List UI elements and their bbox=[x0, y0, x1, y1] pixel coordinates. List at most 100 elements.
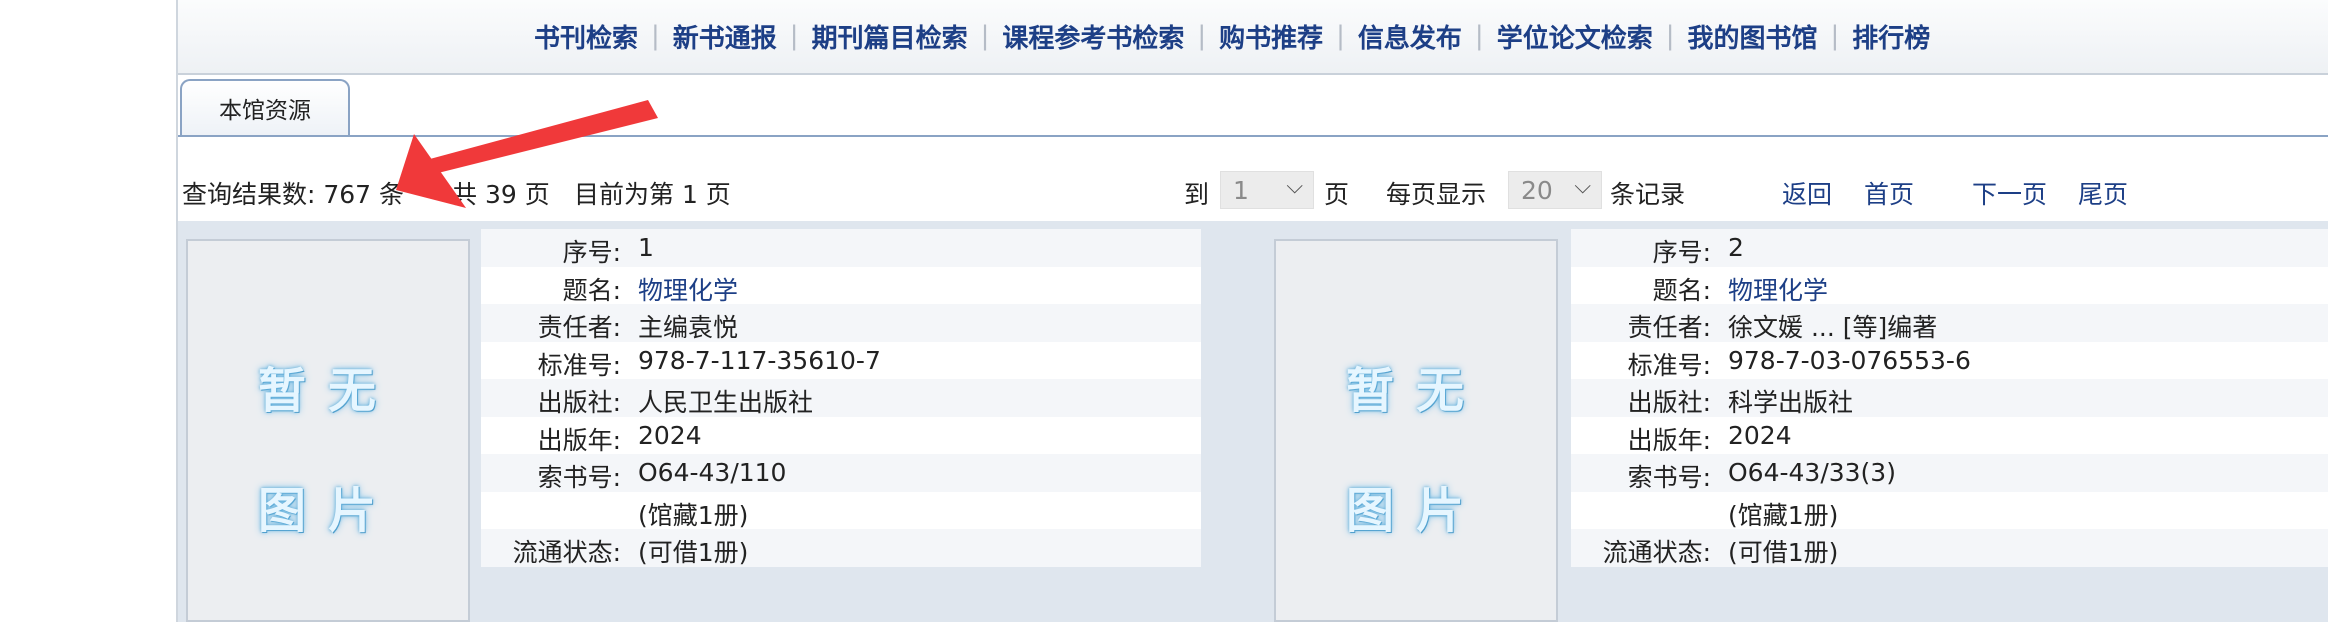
nav-item-rankings[interactable]: 排行榜 bbox=[1852, 18, 1930, 55]
holdings-value: (馆藏1册) bbox=[638, 500, 749, 530]
cover-text-line1: 暂无 bbox=[1345, 363, 1486, 419]
field-value: 2 bbox=[1728, 233, 1744, 262]
per-page-select[interactable]: 20 ⌵ bbox=[1508, 171, 1602, 209]
field-value: 2024 bbox=[1728, 420, 1792, 450]
field-value: 人民卫生出版社 bbox=[638, 388, 814, 417]
record-title-link[interactable]: 物理化学 bbox=[1728, 271, 1828, 307]
chevron-down-icon: ⌵ bbox=[1574, 174, 1591, 199]
nav-separator: | bbox=[1474, 21, 1484, 51]
field-label: 索书号: bbox=[1627, 463, 1711, 492]
field-label: 出版社: bbox=[537, 388, 621, 417]
tab-bar: 本馆资源 bbox=[178, 79, 2328, 137]
goto-page-select[interactable]: 1 ⌵ bbox=[1220, 171, 1314, 209]
field-value: 1 bbox=[638, 233, 654, 262]
record-title-link[interactable]: 物理化学 bbox=[638, 271, 738, 307]
status-value: (可借1册) bbox=[1728, 538, 1839, 567]
field-row-callno: 索书号: O64-43/110 bbox=[481, 454, 1201, 492]
first-page-link[interactable]: 首页 bbox=[1864, 175, 1914, 211]
field-value: 主编袁悦 bbox=[638, 313, 739, 342]
nav-links: 书刊检索 | 新书通报 | 期刊篇目检索 | 课程参考书检索 | 购书推荐 | … bbox=[534, 16, 1930, 56]
nav-item-purchase-recommend[interactable]: 购书推荐 bbox=[1219, 18, 1323, 55]
chevron-down-icon: ⌵ bbox=[1286, 174, 1303, 199]
field-label: 序号: bbox=[562, 238, 621, 267]
field-label: 出版年: bbox=[537, 425, 621, 455]
result-count: 查询结果数: 767 条 bbox=[182, 180, 405, 209]
nav-item-thesis-search[interactable]: 学位论文检索 bbox=[1497, 18, 1653, 55]
field-row-status: 流通状态: (可借1册) bbox=[481, 529, 1201, 567]
field-label: 序号: bbox=[1652, 238, 1711, 267]
field-label: 出版年: bbox=[1627, 425, 1711, 455]
last-page-link[interactable]: 尾页 bbox=[2078, 175, 2128, 211]
record-fields: 序号: 2 题名: 物理化学 责任者: 徐文媛 ... [等]编著 标准号: 978-7… bbox=[1571, 229, 2328, 567]
field-label: 责任者: bbox=[1627, 313, 1711, 342]
nav-separator: | bbox=[1665, 21, 1675, 51]
field-row-holdings: (馆藏1册) bbox=[481, 491, 1201, 530]
field-row-author: 责任者: 徐文媛 ... [等]编著 bbox=[1571, 304, 2328, 342]
field-row-serial: 序号: 2 bbox=[1571, 229, 2328, 267]
field-label: 责任者: bbox=[537, 313, 621, 342]
nav-item-book-search[interactable]: 书刊检索 bbox=[534, 18, 638, 55]
field-label: 出版社: bbox=[1627, 388, 1711, 417]
record-item: 暂无 图片 序号: 2 题名: 物理化学 责任者: 徐文媛 ... [等]编著 标准号… bbox=[1268, 221, 2328, 622]
total-pages: 共 39 页 bbox=[452, 180, 550, 209]
field-row-year: 出版年: 2024 bbox=[1571, 416, 2328, 455]
field-label: 标准号: bbox=[537, 350, 621, 380]
field-value: O64-43/110 bbox=[638, 458, 787, 487]
no-image-placeholder: 暂无 图片 bbox=[186, 239, 470, 622]
field-row-isbn: 标准号: 978-7-03-076553-6 bbox=[1571, 341, 2328, 380]
nav-separator: | bbox=[1830, 21, 1840, 51]
field-row-holdings: (馆藏1册) bbox=[1571, 491, 2328, 530]
goto-unit: 页 bbox=[1324, 180, 1350, 209]
no-image-placeholder: 暂无 图片 bbox=[1274, 239, 1558, 622]
field-value: 徐文媛 ... [等]编著 bbox=[1728, 313, 1938, 342]
nav-separator: | bbox=[789, 21, 799, 51]
field-label: 题名: bbox=[1652, 275, 1711, 305]
status-value: (可借1册) bbox=[638, 538, 749, 567]
nav-separator: | bbox=[651, 21, 660, 51]
tab-local-resources[interactable]: 本馆资源 bbox=[180, 79, 350, 135]
holdings-value: (馆藏1册) bbox=[1728, 500, 1839, 530]
nav-item-my-library[interactable]: 我的图书馆 bbox=[1687, 18, 1817, 55]
nav-separator: | bbox=[980, 21, 990, 51]
field-label: 流通状态: bbox=[1602, 538, 1711, 567]
field-row-year: 出版年: 2024 bbox=[481, 416, 1201, 455]
field-row-status: 流通状态: (可借1册) bbox=[1571, 529, 2328, 567]
record-item: 暂无 图片 序号: 1 题名: 物理化学 责任者: 主编袁悦 标准号: 978-7-11… bbox=[178, 221, 1268, 622]
back-link[interactable]: 返回 bbox=[1782, 175, 1832, 211]
cover-text-line2: 图片 bbox=[257, 483, 398, 539]
field-row-isbn: 标准号: 978-7-117-35610-7 bbox=[481, 341, 1201, 380]
field-row-serial: 序号: 1 bbox=[481, 229, 1201, 267]
field-label: 题名: bbox=[562, 275, 621, 305]
field-value: O64-43/33(3) bbox=[1728, 458, 1896, 487]
record-list: 暂无 图片 序号: 1 题名: 物理化学 责任者: 主编袁悦 标准号: 978-7-11… bbox=[178, 221, 2328, 622]
page-frame: 书刊检索 | 新书通报 | 期刊篇目检索 | 课程参考书检索 | 购书推荐 | … bbox=[176, 0, 2328, 622]
nav-separator: | bbox=[1197, 21, 1207, 51]
top-navigation: 书刊检索 | 新书通报 | 期刊篇目检索 | 课程参考书检索 | 购书推荐 | … bbox=[178, 0, 2328, 75]
field-value: 978-7-117-35610-7 bbox=[638, 345, 881, 375]
field-row-callno: 索书号: O64-43/33(3) bbox=[1571, 454, 2328, 492]
field-value: 2024 bbox=[638, 420, 702, 450]
per-page-label: 每页显示 bbox=[1386, 180, 1487, 209]
field-row-title: 题名: 物理化学 bbox=[1571, 266, 2328, 307]
nav-item-info-release[interactable]: 信息发布 bbox=[1358, 18, 1462, 55]
goto-label: 到 bbox=[1184, 180, 1210, 209]
per-page-value: 20 bbox=[1521, 176, 1553, 205]
field-value: 978-7-03-076553-6 bbox=[1728, 345, 1971, 375]
next-page-link[interactable]: 下一页 bbox=[1972, 175, 2047, 211]
field-row-publisher: 出版社: 科学出版社 bbox=[1571, 379, 2328, 417]
per-page-unit: 条记录 bbox=[1610, 180, 1686, 209]
nav-item-journal-articles[interactable]: 期刊篇目检索 bbox=[812, 18, 968, 55]
cover-text-line1: 暂无 bbox=[257, 363, 398, 419]
nav-item-course-books[interactable]: 课程参考书检索 bbox=[1002, 18, 1184, 55]
field-value: 科学出版社 bbox=[1728, 388, 1854, 417]
field-label: 索书号: bbox=[537, 463, 621, 492]
cover-text-line2: 图片 bbox=[1345, 483, 1486, 539]
field-row-author: 责任者: 主编袁悦 bbox=[481, 304, 1201, 342]
results-summary-bar: 查询结果数: 767 条 共 39 页 目前为第 1 页 到 1 ⌵ 页 每页显… bbox=[178, 171, 2328, 211]
nav-item-new-books[interactable]: 新书通报 bbox=[673, 18, 777, 55]
nav-separator: | bbox=[1336, 21, 1345, 51]
goto-page-value: 1 bbox=[1233, 176, 1249, 205]
record-fields: 序号: 1 题名: 物理化学 责任者: 主编袁悦 标准号: 978-7-117-3561… bbox=[481, 229, 1201, 567]
field-label: 流通状态: bbox=[512, 538, 621, 567]
field-row-publisher: 出版社: 人民卫生出版社 bbox=[481, 379, 1201, 417]
